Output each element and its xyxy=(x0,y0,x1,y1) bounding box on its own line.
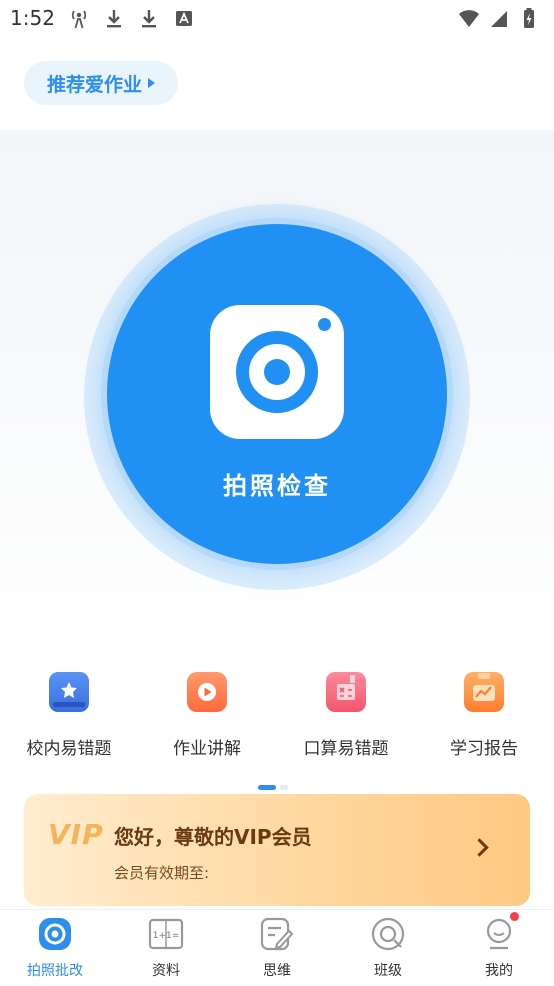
chevron-right-icon xyxy=(470,838,489,857)
book-formula-icon: 1+1= xyxy=(148,916,184,952)
camera-scan-icon xyxy=(37,916,73,952)
tool-label: 作业讲解 xyxy=(173,739,241,759)
nav-thinking[interactable]: 思维 xyxy=(222,916,332,980)
nav-class[interactable]: 班级 xyxy=(333,916,443,980)
nav-photo-correct[interactable]: 拍照批改 xyxy=(0,916,110,980)
camera-icon xyxy=(210,305,344,439)
class-circle-icon xyxy=(370,916,406,952)
notification-dot xyxy=(510,912,519,921)
vip-title: 您好，尊敬的VIP会员 xyxy=(114,825,312,849)
tool-homework-explain[interactable]: 作业讲解 xyxy=(142,672,272,759)
recommend-app-button[interactable]: 推荐爱作业 xyxy=(24,61,178,105)
svg-text:1+1=: 1+1= xyxy=(153,931,180,941)
profile-icon xyxy=(481,912,519,952)
signal-icon xyxy=(491,11,507,27)
status-icons-left xyxy=(68,7,195,29)
tool-school-mistakes[interactable]: 校内易错题 xyxy=(4,672,134,759)
note-pen-icon xyxy=(259,916,295,952)
status-time: 1:52 xyxy=(10,6,55,30)
status-bar: 1:52 xyxy=(0,0,554,38)
tool-study-report[interactable]: 学习报告 xyxy=(419,672,549,759)
play-video-icon xyxy=(187,672,227,712)
battery-icon xyxy=(524,8,534,28)
photo-check-label: 拍照检查 xyxy=(223,472,331,500)
tool-label: 校内易错题 xyxy=(26,739,112,759)
recommend-label: 推荐爱作业 xyxy=(46,73,142,96)
calculator-book-icon xyxy=(326,672,366,712)
pager-dot-active xyxy=(258,785,276,790)
pager-dot xyxy=(280,785,288,790)
nav-label: 资料 xyxy=(152,963,180,979)
clipboard-chart-icon xyxy=(464,672,504,712)
tool-mental-math-mistakes[interactable]: 口算易错题 xyxy=(281,672,411,759)
download-icon xyxy=(107,10,121,28)
tool-label: 口算易错题 xyxy=(303,739,389,759)
nav-mine[interactable]: 我的 xyxy=(444,912,554,980)
nav-label: 拍照批改 xyxy=(27,963,83,979)
status-icons-right xyxy=(458,7,540,29)
nav-label: 班级 xyxy=(374,963,402,979)
photo-check-button[interactable]: 拍照检查 xyxy=(107,224,447,564)
tool-label: 学习报告 xyxy=(450,739,518,759)
tools-pager xyxy=(258,785,288,790)
nav-label: 思维 xyxy=(263,963,291,979)
vip-expiry: 会员有效期至: xyxy=(114,864,210,882)
bottom-nav: 拍照批改 1+1= 资料 思维 班级 我的 xyxy=(0,909,554,986)
download-icon xyxy=(142,10,156,28)
font-icon xyxy=(176,11,192,26)
nav-label: 我的 xyxy=(485,963,513,979)
book-star-icon xyxy=(49,672,89,712)
broadcast-icon xyxy=(71,10,87,29)
vip-logo: VIP xyxy=(48,818,104,851)
wifi-icon xyxy=(459,10,479,27)
vip-card[interactable]: VIP 您好，尊敬的VIP会员 会员有效期至: xyxy=(24,794,530,906)
arrow-right-icon xyxy=(148,78,155,88)
nav-materials[interactable]: 1+1= 资料 xyxy=(111,916,221,980)
